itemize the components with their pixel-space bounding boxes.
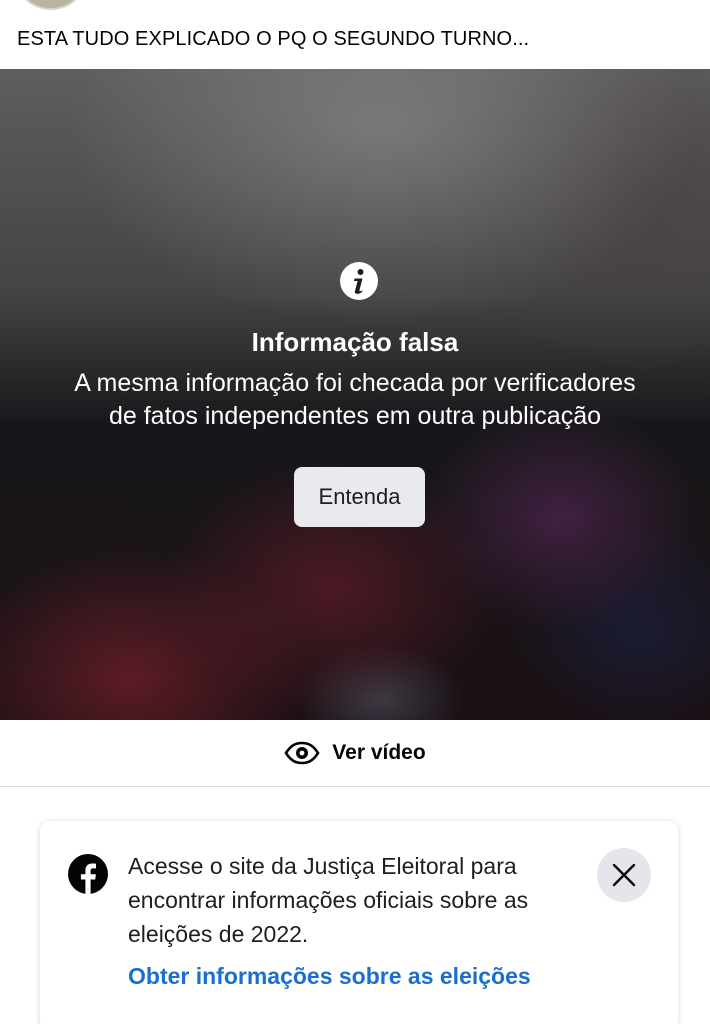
- warning-description: A mesma informação foi checada por verif…: [25, 367, 685, 433]
- info-icon: [340, 262, 378, 300]
- election-info-line: Acesse o site da Justiça Eleitoral para: [128, 853, 517, 879]
- post-page: ESTA TUDO EXPLICADO O PQ O SEGUNDO TURNO…: [0, 0, 710, 1024]
- close-button[interactable]: [597, 848, 651, 902]
- eye-icon: [284, 741, 320, 765]
- avatar[interactable]: [20, 0, 82, 10]
- facebook-icon: [68, 854, 108, 894]
- election-info-line: encontrar informações oficiais sobre as: [128, 887, 529, 913]
- entenda-button[interactable]: Entenda: [294, 467, 425, 527]
- post-text: ESTA TUDO EXPLICADO O PQ O SEGUNDO TURNO…: [17, 28, 530, 50]
- warning-title: Informação falsa: [251, 327, 459, 357]
- warning-line: A mesma informação foi checada por verif…: [74, 369, 636, 397]
- close-icon: [612, 863, 636, 887]
- election-info-card: Acesse o site da Justiça Eleitoral para …: [40, 821, 678, 1024]
- warning-line: de fatos independentes em outra publicaç…: [108, 402, 602, 430]
- video-media: Informação falsa A mesma informação foi …: [0, 69, 710, 720]
- view-video-label: Ver vídeo: [332, 741, 426, 764]
- view-video-button[interactable]: Ver vídeo: [0, 720, 710, 787]
- election-info-line: eleições de 2022.: [128, 921, 309, 947]
- election-info-text: Acesse o site da Justiça Eleitoral para …: [128, 849, 588, 951]
- election-info-link[interactable]: Obter informações sobre as eleições: [128, 963, 531, 990]
